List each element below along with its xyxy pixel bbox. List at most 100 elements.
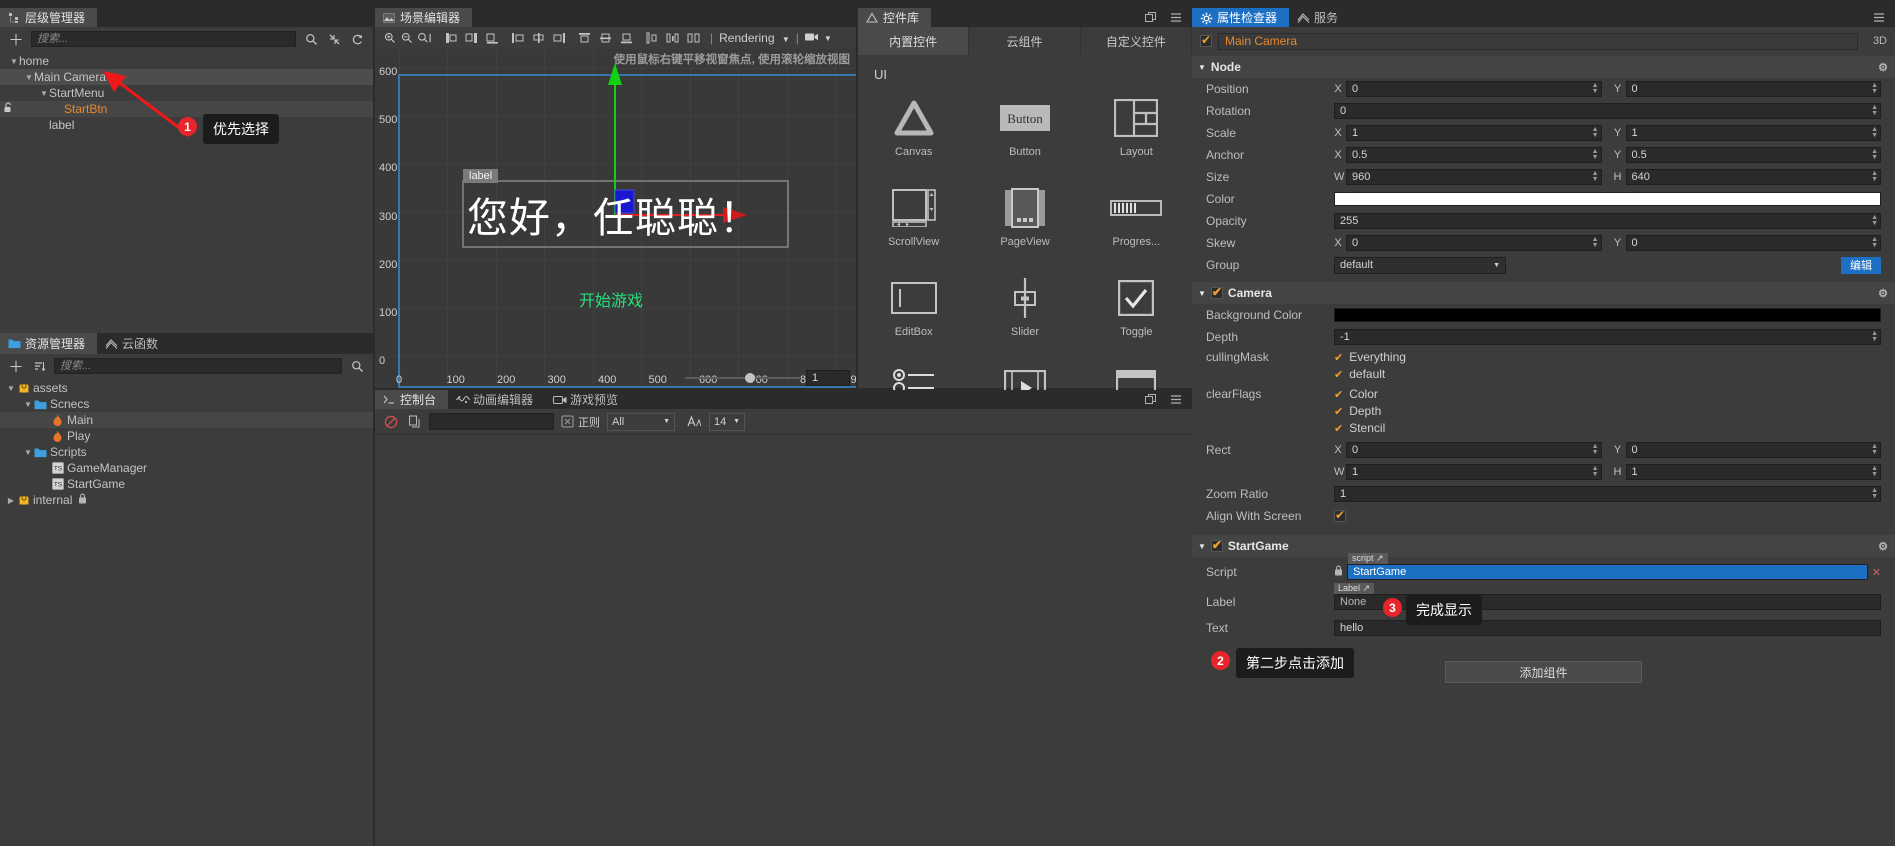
console-font-size-dropdown[interactable]: 14 ▼ (709, 412, 745, 431)
plus-icon[interactable]: ＋ (8, 358, 24, 376)
caret-icon[interactable]: ▼ (6, 384, 16, 393)
search-icon[interactable] (303, 31, 319, 47)
clear-asset-icon[interactable]: ✕ (1872, 566, 1881, 579)
asset-node-play[interactable]: Play (0, 428, 373, 444)
unlock-icon[interactable] (4, 102, 15, 116)
console-filter-input[interactable] (429, 413, 554, 430)
x-input[interactable]: 0 ▲ ▼ (1346, 442, 1602, 458)
w-input[interactable]: 960 ▲ ▼ (1346, 169, 1602, 185)
check-option[interactable]: ✔ default (1334, 367, 1406, 381)
asset-node-scripts[interactable]: ▼ Scripts (0, 444, 373, 460)
scene-canvas[interactable]: 使用鼠标右键平移视窗焦点, 使用滚轮缩放视图 600 500 400 300 200 10… (375, 49, 856, 388)
group-select[interactable]: default ▼ (1334, 256, 1506, 274)
node-enabled-checkbox[interactable] (1200, 33, 1212, 47)
value-input[interactable]: 255 ▲ ▼ (1334, 213, 1881, 229)
color-swatch[interactable] (1334, 192, 1881, 206)
menu-icon[interactable] (1168, 10, 1184, 26)
zoom-in-icon[interactable] (381, 30, 398, 46)
caret-icon[interactable]: ▼ (23, 400, 33, 409)
check-option[interactable]: ✔ Everything (1334, 350, 1406, 364)
search-input[interactable] (54, 358, 342, 374)
widget-library-tabs[interactable]: 内置控件 云组件 自定义控件 (858, 27, 1192, 55)
dist-top-icon[interactable] (641, 30, 662, 46)
widget-item-progres[interactable]: Progres... (1081, 176, 1192, 266)
y-input[interactable]: 1 ▲ ▼ (1625, 125, 1881, 141)
asset-node-scnecs[interactable]: ▼ Scnecs (0, 396, 373, 412)
camera-dropdown[interactable]: ▼ (804, 31, 832, 45)
section-startgame[interactable]: ▼ StartGame ⚙ (1192, 535, 1895, 557)
widget-item-editbox[interactable]: EditBox (858, 266, 969, 356)
tab-console-0[interactable]: 控制台 (375, 390, 449, 409)
zoom-fit-icon[interactable] (415, 30, 435, 46)
tab-hierarchy[interactable]: 层级管理器 (0, 8, 98, 27)
check-option[interactable]: ✔ Depth (1334, 404, 1385, 418)
caret-icon[interactable]: ▼ (9, 57, 19, 66)
check-option[interactable]: ✔ Stencil (1334, 421, 1385, 435)
w-input[interactable]: 1 ▲ ▼ (1346, 464, 1602, 480)
widget-tab-1[interactable]: 云组件 (969, 27, 1081, 55)
caret-icon[interactable]: ▼ (39, 89, 49, 98)
y-input[interactable]: 0 ▲ ▼ (1625, 81, 1881, 97)
value-input[interactable]: 0 ▲ ▼ (1334, 103, 1881, 119)
widget-tab-0[interactable]: 内置控件 (858, 27, 970, 55)
menu-icon[interactable] (1871, 10, 1887, 26)
caret-icon[interactable]: ▼ (24, 73, 34, 82)
regex-toggle[interactable]: 正则 (561, 414, 600, 430)
console-level-dropdown[interactable]: All ▼ (607, 412, 675, 431)
align-left-icon[interactable] (440, 30, 461, 46)
align-top-icon[interactable] (574, 30, 595, 46)
widget-item-scrollview[interactable]: ScrollView (858, 176, 969, 266)
scene-align-icons[interactable] (435, 30, 704, 46)
hierarchy-node-startmenu[interactable]: ▼ StartMenu (0, 85, 373, 101)
dist-middle-icon[interactable] (662, 30, 683, 46)
tab-inspector-1[interactable]: 服务 (1289, 8, 1351, 27)
hierarchy-node-startbtn[interactable]: StartBtn (0, 101, 373, 117)
caret-icon[interactable]: ▼ (23, 448, 33, 457)
x-input[interactable]: 0.5 ▲ ▼ (1346, 147, 1602, 163)
widget-item-button[interactable]: Button Button (969, 86, 1080, 176)
x-input[interactable]: 1 ▲ ▼ (1346, 125, 1602, 141)
x-input[interactable]: 0 ▲ ▼ (1346, 235, 1602, 251)
dist-left-icon[interactable] (507, 30, 528, 46)
hierarchy-search[interactable] (31, 31, 296, 47)
zoom-value-input[interactable]: 1 (806, 370, 850, 386)
asset-node-assets[interactable]: ▼ assets (0, 380, 373, 396)
add-component-button[interactable]: 添加组件 (1445, 661, 1642, 683)
startgame-properties[interactable]: Script StartGame ✕ script ↗ Label None Label ↗… (1192, 553, 1895, 639)
camera-properties[interactable]: Background Color Depth -1 ▲ ▼ cullingMask ✔ Eve… (1192, 304, 1895, 527)
dist-center-icon[interactable] (528, 30, 549, 46)
gear-icon[interactable]: ⚙ (1878, 540, 1888, 553)
color-swatch[interactable] (1334, 308, 1881, 322)
tab-widget-library[interactable]: 控件库 (858, 8, 932, 27)
x-input[interactable]: 0 ▲ ▼ (1346, 81, 1602, 97)
check-option[interactable]: ✔ Color (1334, 387, 1385, 401)
refresh-icon[interactable] (349, 31, 365, 47)
dist-right-icon[interactable] (549, 30, 570, 46)
section-camera[interactable]: ▼ Camera ⚙ (1192, 282, 1895, 304)
y-input[interactable]: 0 ▲ ▼ (1625, 442, 1881, 458)
asset-node-main[interactable]: Main (0, 412, 373, 428)
zoom-slider[interactable] (685, 371, 800, 385)
asset-node-gamemanager[interactable]: TS GameManager (0, 460, 373, 476)
y-input[interactable]: 0 ▲ ▼ (1625, 235, 1881, 251)
h-input[interactable]: 640 ▲ ▼ (1625, 169, 1881, 185)
rendering-dropdown[interactable]: Rendering ▼ (719, 31, 790, 45)
align-bottom-icon[interactable] (616, 30, 637, 46)
plus-icon[interactable]: ＋ (8, 31, 24, 49)
clear-icon[interactable] (383, 414, 399, 430)
widget-item-canvas[interactable]: Canvas (858, 86, 969, 176)
align-center-h-icon[interactable] (461, 30, 482, 46)
bool-checkbox[interactable] (1334, 508, 1346, 522)
widget-tab-2[interactable]: 自定义控件 (1080, 27, 1192, 55)
copy-icon[interactable] (406, 414, 422, 430)
sort-icon[interactable] (31, 358, 47, 374)
tab-scene-editor[interactable]: 场景编辑器 (375, 8, 473, 27)
collapse-icon[interactable] (326, 31, 342, 47)
widget-item-layout[interactable]: Layout (1081, 86, 1192, 176)
popout-icon[interactable] (1142, 10, 1158, 26)
h-input[interactable]: 1 ▲ ▼ (1625, 464, 1881, 480)
tab-console-2[interactable]: 游戏预览 (545, 390, 631, 409)
gear-icon[interactable]: ⚙ (1878, 61, 1888, 74)
hierarchy-node-home[interactable]: ▼ home (0, 53, 373, 69)
console-output[interactable] (375, 436, 1192, 846)
